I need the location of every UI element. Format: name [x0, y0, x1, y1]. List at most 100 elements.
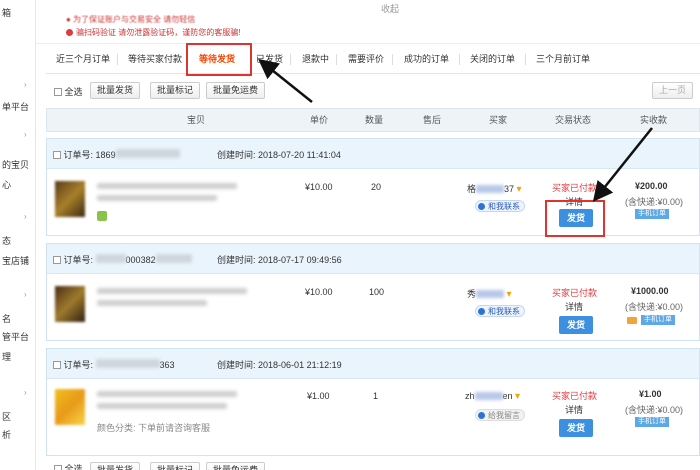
checkbox[interactable] [53, 151, 61, 159]
product-thumbnail[interactable] [55, 286, 85, 322]
product-title-blurred[interactable] [97, 195, 217, 201]
sidebar-item[interactable]: 箱 [2, 6, 11, 19]
order-tabs: 近三个月订单 等待买家付款 等待发货 已发货 退款中 需要评价 成功的订单 关闭… [46, 44, 700, 74]
bottom-toolbar: 全选 批量发货 批量标记 批量免运费 [46, 462, 700, 470]
created-label: 创建时间: [217, 150, 256, 160]
chevron-right-icon[interactable]: › [24, 80, 27, 89]
mobile-order-tag: 手机订单 [635, 417, 669, 427]
product-title-blurred[interactable] [97, 403, 227, 409]
col-status: 交易状态 [555, 115, 592, 125]
buyer-name-suffix: en [502, 391, 513, 401]
unit-price: ¥10.00 [305, 182, 333, 192]
sidebar-item[interactable]: 单平台 [2, 100, 29, 113]
bulk-free-shipping-button[interactable]: 批量免运费 [206, 82, 266, 99]
tab-awaiting-payment[interactable]: 等待买家付款 [128, 44, 182, 74]
flag-icon[interactable]: ▾ [517, 184, 522, 195]
redacted-text [95, 359, 160, 368]
contact-buyer-button[interactable]: 和我联系 [475, 305, 525, 317]
order-header: 订单号: 000382 创建时间: 2018-07-17 09:49:56 [47, 244, 699, 274]
chevron-right-icon[interactable]: › [24, 130, 27, 139]
chevron-right-icon[interactable]: › [24, 388, 27, 397]
checkbox[interactable] [54, 465, 62, 470]
notice-line-1: ● 为了保证账户与交易安全 请勿轻信 [66, 15, 196, 24]
order-number-label: 订单号: [63, 360, 94, 370]
col-price: 单价 [310, 115, 329, 125]
tab-divider [117, 54, 118, 65]
tab-needs-review[interactable]: 需要评价 [348, 44, 384, 74]
order-header: 订单号: 363 创建时间: 2018-06-01 21:12:19 [47, 349, 699, 379]
buyer-name-prefix: 秀 [467, 289, 477, 299]
flag-icon[interactable]: ▾ [515, 391, 520, 402]
tab-refunding[interactable]: 退款中 [302, 44, 329, 74]
order-number: 订单号: 1869 [53, 148, 180, 161]
sidebar-item[interactable]: 心 [2, 178, 11, 191]
tab-highlight-box [186, 43, 252, 76]
created-label: 创建时间: [217, 255, 256, 265]
flag-icon[interactable]: ▾ [507, 289, 512, 300]
buyer-name[interactable]: 秀 ▾ [467, 287, 512, 300]
col-after-sale: 售后 [423, 115, 442, 125]
bulk-mark-button[interactable]: 批量标记 [150, 462, 201, 470]
ship-button[interactable]: 发货 [559, 419, 593, 437]
detail-link[interactable]: 详情 [565, 403, 583, 416]
ship-button[interactable]: 发货 [559, 316, 593, 334]
tab-recent-orders[interactable]: 近三个月订单 [56, 44, 110, 74]
buyer-name[interactable]: 格 37 ▾ [467, 182, 522, 195]
bulk-toolbar: 全选 批量发货 批量标记 批量免运费 上一页 [46, 82, 700, 104]
unit-price: ¥1.00 [307, 391, 330, 401]
sidebar-item[interactable]: 理 [2, 350, 11, 363]
order-status: 买家已付款 [552, 183, 598, 193]
chevron-right-icon[interactable]: › [24, 212, 27, 221]
bulk-mark-button[interactable]: 批量标记 [150, 82, 201, 99]
buyer-name[interactable]: zh en ▾ [465, 391, 520, 402]
order-status: 买家已付款 [552, 391, 598, 401]
product-title-blurred[interactable] [97, 183, 237, 189]
shipping-fee: (含快递:¥0.00) [625, 405, 684, 415]
select-all[interactable]: 全选 [54, 85, 83, 98]
mobile-order-tag: 手机订单 [641, 315, 675, 325]
chevron-right-icon[interactable]: › [24, 290, 27, 299]
tab-divider [392, 54, 393, 65]
sidebar-item[interactable]: 的宝贝 [2, 158, 29, 171]
buyer-name-prefix: zh [465, 391, 475, 401]
order-number: 订单号: 363 [53, 358, 175, 371]
product-title-blurred[interactable] [97, 300, 207, 306]
tab-closed[interactable]: 关闭的订单 [470, 44, 515, 74]
sidebar-item[interactable]: 名 [2, 312, 11, 325]
sidebar-item[interactable]: 宝店铺 [2, 254, 29, 267]
created-time: 创建时间: 2018-07-20 11:41:04 [217, 148, 341, 161]
order-number-label: 订单号: [63, 150, 94, 160]
order-number-value: 000382 [125, 255, 156, 265]
leave-message-button[interactable]: 给我留言 [475, 409, 525, 421]
tab-successful[interactable]: 成功的订单 [404, 44, 449, 74]
prev-page-button[interactable]: 上一页 [652, 82, 694, 99]
sidebar-item[interactable]: 析 [2, 428, 11, 441]
tab-older-orders[interactable]: 三个月前订单 [536, 44, 590, 74]
product-thumbnail[interactable] [55, 181, 85, 217]
product-title-blurred[interactable] [97, 391, 237, 397]
redacted-text [476, 290, 505, 298]
notice-line-2-text: 骗扫码验证 请勿泄露验证码，谨防您的客服骗! [76, 28, 241, 37]
bulk-ship-button[interactable]: 批量发货 [90, 462, 141, 470]
product-title-blurred[interactable] [97, 288, 247, 294]
bulk-ship-button[interactable]: 批量发货 [90, 82, 141, 99]
product-thumbnail[interactable] [55, 389, 85, 425]
checkbox[interactable] [53, 256, 61, 264]
product-tag-icon [97, 211, 107, 221]
sidebar-item[interactable]: 管平台 [2, 330, 29, 343]
checkbox[interactable] [53, 361, 61, 369]
sidebar-item[interactable]: 态 [2, 234, 11, 247]
redacted-text [115, 149, 180, 158]
bulk-free-shipping-button[interactable]: 批量免运费 [206, 462, 266, 470]
checkbox[interactable] [54, 88, 62, 96]
detail-link[interactable]: 详情 [565, 300, 583, 313]
sidebar-item[interactable]: 区 [2, 410, 11, 423]
ship-highlight-box [545, 200, 605, 237]
tab-shipped[interactable]: 已发货 [256, 44, 283, 74]
collapse-link[interactable]: 收起 [381, 2, 399, 15]
contact-buyer-button[interactable]: 和我联系 [475, 200, 525, 212]
select-all[interactable]: 全选 [54, 462, 83, 470]
redacted-text [474, 392, 503, 400]
col-buyer: 买家 [489, 115, 508, 125]
buyer-name-prefix: 格 [467, 184, 477, 194]
